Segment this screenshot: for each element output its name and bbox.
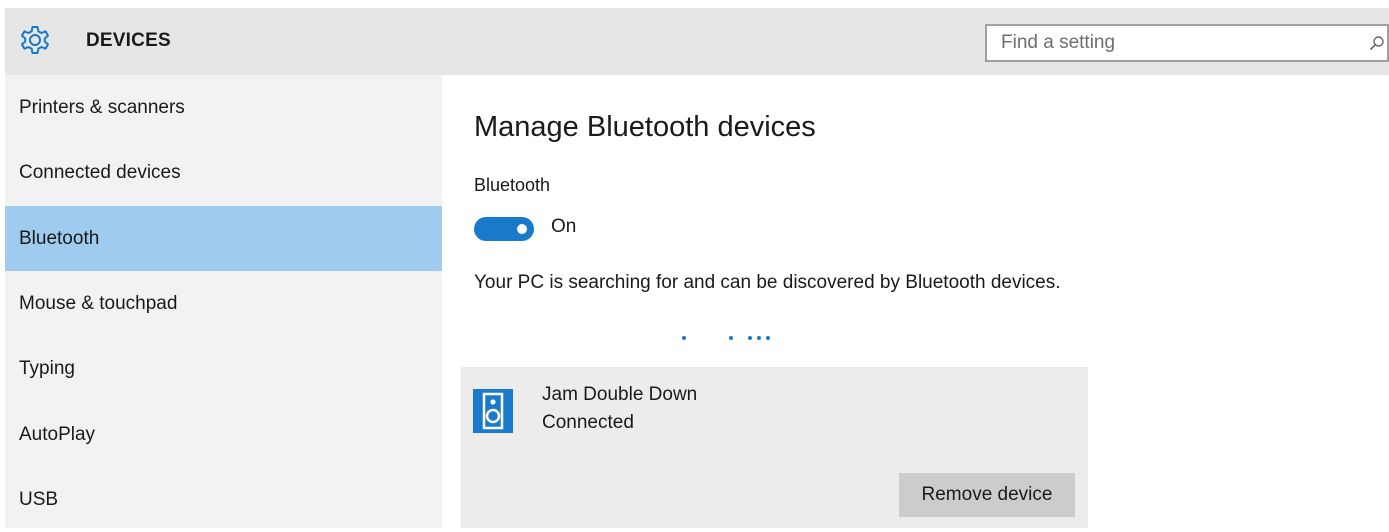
sidebar: Printers & scanners Connected devices Bl… bbox=[5, 75, 442, 528]
search-box[interactable] bbox=[985, 24, 1389, 62]
gear-icon bbox=[21, 26, 49, 54]
remove-device-button[interactable]: Remove device bbox=[899, 473, 1075, 517]
sidebar-item-connected-devices[interactable]: Connected devices bbox=[5, 140, 442, 205]
sidebar-item-label: Connected devices bbox=[19, 161, 181, 183]
speaker-icon bbox=[473, 389, 513, 433]
sidebar-item-mouse-touchpad[interactable]: Mouse & touchpad bbox=[5, 271, 442, 336]
progress-dot bbox=[766, 336, 770, 340]
toggle-state-label: On bbox=[551, 216, 577, 237]
search-icon[interactable] bbox=[1369, 35, 1385, 51]
discovery-status-text: Your PC is searching for and can be disc… bbox=[474, 272, 1061, 293]
main-content: Manage Bluetooth devices Bluetooth On Yo… bbox=[442, 75, 1389, 528]
header-bar: DEVICES bbox=[5, 8, 1389, 75]
sidebar-item-typing[interactable]: Typing bbox=[5, 336, 442, 401]
progress-dot bbox=[757, 336, 761, 340]
device-item[interactable]: Jam Double Down Connected Remove device bbox=[461, 367, 1088, 528]
sidebar-item-autoplay[interactable]: AutoPlay bbox=[5, 402, 442, 467]
toggle-knob bbox=[517, 224, 527, 234]
sidebar-item-label: Bluetooth bbox=[19, 227, 100, 249]
progress-dot bbox=[729, 336, 733, 340]
page-title: Manage Bluetooth devices bbox=[474, 111, 816, 143]
device-status: Connected bbox=[542, 412, 634, 433]
sidebar-item-label: USB bbox=[19, 488, 59, 510]
sidebar-item-label: Mouse & touchpad bbox=[19, 292, 178, 314]
bluetooth-toggle[interactable] bbox=[474, 217, 534, 241]
search-input[interactable] bbox=[987, 26, 1347, 60]
sidebar-item-label: AutoPlay bbox=[19, 423, 96, 445]
device-name: Jam Double Down bbox=[542, 384, 698, 405]
sidebar-item-label: Typing bbox=[19, 357, 75, 379]
sidebar-item-bluetooth[interactable]: Bluetooth bbox=[5, 206, 442, 271]
bluetooth-label: Bluetooth bbox=[474, 175, 551, 195]
sidebar-item-printers-scanners[interactable]: Printers & scanners bbox=[5, 75, 442, 140]
sidebar-item-label: Printers & scanners bbox=[19, 96, 185, 118]
progress-dot bbox=[748, 336, 752, 340]
page-section-title: DEVICES bbox=[86, 30, 171, 51]
sidebar-item-usb[interactable]: USB bbox=[5, 467, 442, 532]
progress-dot bbox=[682, 336, 686, 340]
